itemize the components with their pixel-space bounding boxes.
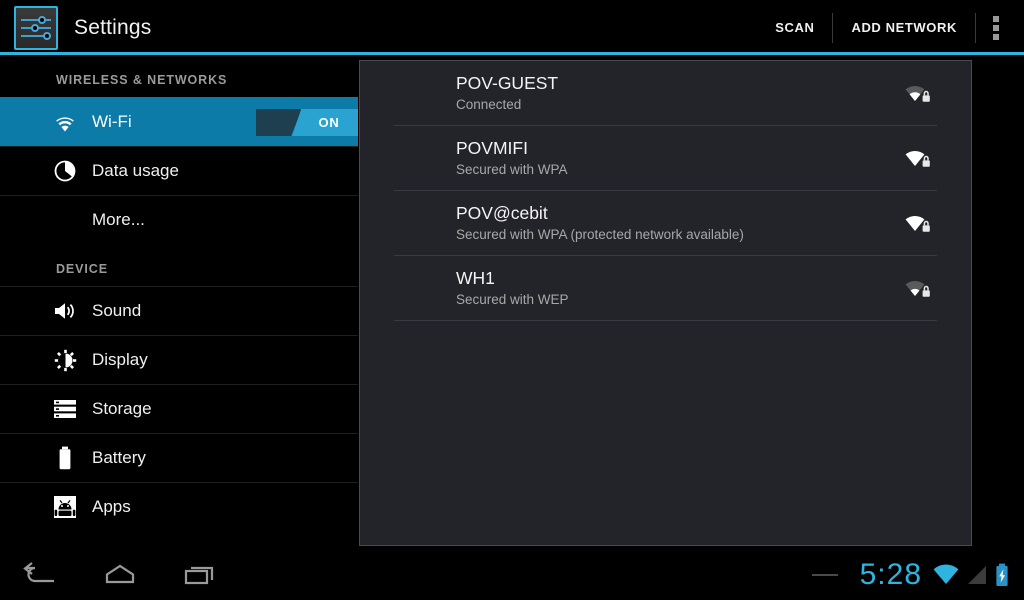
wifi-network-row[interactable]: POVMIFI Secured with WPA — [394, 126, 937, 191]
wifi-status: Connected — [456, 97, 522, 112]
sidebar-item-label: Wi-Fi — [92, 112, 132, 131]
wifi-network-text: POVMIFI Secured with WPA — [394, 137, 897, 179]
apps-icon — [48, 495, 82, 519]
sidebar-item-wifi[interactable]: Wi-Fi ON — [0, 97, 358, 146]
section-header-device: DEVICE — [56, 262, 108, 276]
sidebar-item-more[interactable]: More... — [0, 195, 358, 244]
sidebar-item-battery[interactable]: Battery — [0, 433, 358, 482]
sidebar-item-storage[interactable]: Storage — [0, 384, 358, 433]
display-icon — [48, 349, 82, 372]
wifi-signal-lock-icon — [897, 82, 937, 104]
wifi-toggle-switch[interactable]: ON — [256, 109, 358, 136]
home-icon[interactable] — [80, 550, 160, 600]
android-settings-screen: Settings SCAN ADD NETWORK WIRELESS & NET… — [0, 0, 1024, 600]
system-navigation-bar: 5:28 — [0, 550, 1024, 600]
cell-signal-icon — [966, 564, 988, 586]
overflow-menu-icon[interactable] — [976, 8, 1016, 48]
wifi-network-row[interactable]: POV-GUEST Connected — [394, 61, 937, 126]
sidebar-item-display[interactable]: Display — [0, 335, 358, 384]
settings-sliders-icon — [14, 5, 58, 50]
sidebar-item-sound[interactable]: Sound — [0, 286, 358, 335]
wifi-network-text: POV-GUEST Connected — [394, 72, 897, 114]
sidebar-item-label: Apps — [92, 497, 131, 516]
sidebar-item-label: Sound — [92, 301, 142, 320]
wifi-toggle-track-on: ON — [292, 109, 358, 136]
wifi-network-text: WH1 Secured with WEP — [394, 267, 897, 309]
wifi-ssid: POVMIFI — [456, 138, 528, 158]
storage-icon — [48, 399, 82, 419]
wifi-status-icon — [932, 564, 960, 586]
wifi-signal-lock-icon — [897, 147, 937, 169]
section-header-wireless: WIRELESS & NETWORKS — [56, 73, 228, 87]
wifi-network-text: POV@cebit Secured with WPA (protected ne… — [394, 202, 897, 244]
back-icon[interactable] — [0, 550, 80, 600]
recent-apps-icon[interactable] — [160, 550, 240, 600]
wifi-icon — [48, 113, 82, 132]
wifi-signal-lock-icon — [897, 212, 937, 234]
sound-icon — [48, 301, 82, 321]
add-network-button[interactable]: ADD NETWORK — [833, 11, 975, 45]
wifi-network-list-panel: POV-GUEST Connected POVMIFI Secured with… — [359, 60, 972, 546]
status-separator-dash — [811, 574, 838, 576]
sidebar-item-label: Storage — [92, 399, 152, 418]
wifi-ssid: POV@cebit — [456, 203, 548, 223]
action-bar: Settings SCAN ADD NETWORK — [0, 0, 1024, 55]
page-title: Settings — [74, 15, 152, 39]
sidebar-item-label: Data usage — [92, 161, 179, 180]
battery-icon — [48, 446, 82, 470]
settings-sidebar: WIRELESS & NETWORKS Wi-Fi ON Data usage … — [0, 55, 358, 550]
wifi-network-row[interactable]: WH1 Secured with WEP — [394, 256, 937, 321]
status-clock: 5:28 — [859, 558, 922, 591]
battery-charging-icon — [994, 563, 1010, 587]
wifi-ssid: WH1 — [456, 268, 495, 288]
wifi-status: Secured with WEP — [456, 292, 569, 307]
wifi-network-row[interactable]: POV@cebit Secured with WPA (protected ne… — [394, 191, 937, 256]
scan-button[interactable]: SCAN — [757, 11, 832, 45]
wifi-signal-lock-icon — [897, 277, 937, 299]
sidebar-item-label: Battery — [92, 448, 146, 467]
sidebar-item-apps[interactable]: Apps — [0, 482, 358, 531]
wifi-status: Secured with WPA — [456, 162, 568, 177]
sidebar-item-label: Display — [92, 350, 148, 369]
wifi-status: Secured with WPA (protected network avai… — [456, 227, 744, 242]
sidebar-item-data-usage[interactable]: Data usage — [0, 146, 358, 195]
wifi-toggle-label: ON — [318, 115, 340, 130]
sidebar-item-label: More... — [92, 210, 145, 229]
wifi-ssid: POV-GUEST — [456, 73, 559, 93]
data-usage-icon — [48, 160, 82, 182]
